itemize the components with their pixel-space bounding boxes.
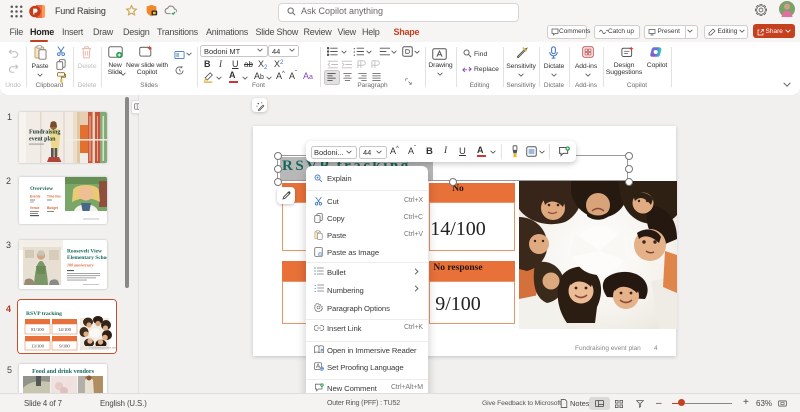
svg-text:Venue: Venue	[30, 206, 40, 210]
svg-text:event plan: event plan	[29, 137, 56, 143]
svg-text:Overview: Overview	[30, 186, 54, 192]
svg-text:Time line: Time line	[47, 194, 61, 198]
svg-text:Food and drink vendors: Food and drink vendors	[32, 369, 95, 375]
svg-text:Elementary School: Elementary School	[67, 255, 107, 261]
svg-text:RSVP tracking: RSVP tracking	[26, 311, 62, 317]
svg-text:14/100: 14/100	[58, 327, 71, 332]
svg-text:13/100: 13/100	[31, 344, 44, 349]
svg-text:Roosevelt View: Roosevelt View	[67, 249, 102, 255]
svg-text:Events: Events	[30, 194, 41, 198]
svg-text:9/100: 9/100	[59, 344, 70, 349]
svg-text:100 anniversary: 100 anniversary	[67, 263, 94, 268]
svg-text:Fundraising: Fundraising	[29, 130, 60, 136]
svg-text:81/100: 81/100	[31, 327, 44, 332]
svg-text:Budget: Budget	[47, 206, 59, 210]
svg-text:Fundraising event plan: Fundraising event plan	[89, 346, 116, 350]
